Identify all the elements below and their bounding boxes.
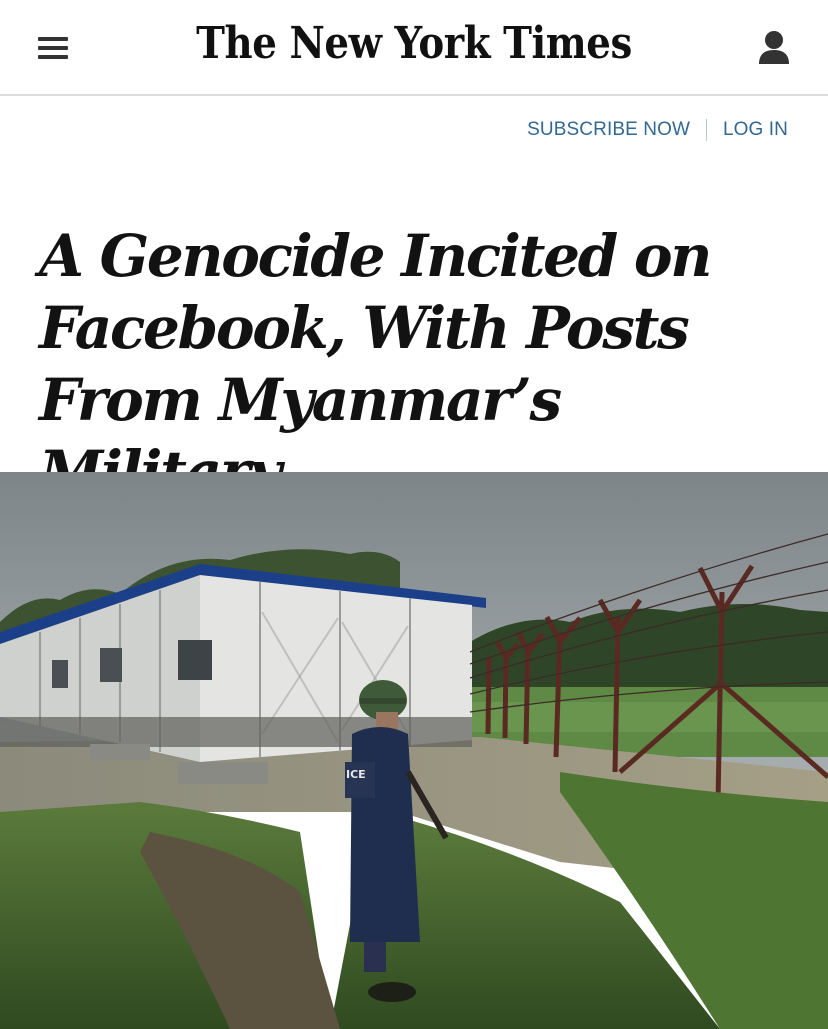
top-navigation-bar: The New York Times xyxy=(0,0,828,96)
account-links: SUBSCRIBE NOW LOG IN xyxy=(527,117,788,143)
article-lead-photo[interactable]: ICE xyxy=(0,472,828,1029)
log-in-link[interactable]: LOG IN xyxy=(723,119,788,141)
user-account-icon[interactable] xyxy=(757,30,791,66)
nyt-logo[interactable]: The New York Times xyxy=(50,18,779,69)
link-divider xyxy=(705,119,707,141)
subscribe-now-link[interactable]: SUBSCRIBE NOW xyxy=(527,119,690,141)
lead-photo-illustration: ICE xyxy=(0,472,828,1029)
article-headline: A Genocide Incited on Facebook, With Pos… xyxy=(39,222,712,506)
svg-text:ICE: ICE xyxy=(346,768,366,781)
